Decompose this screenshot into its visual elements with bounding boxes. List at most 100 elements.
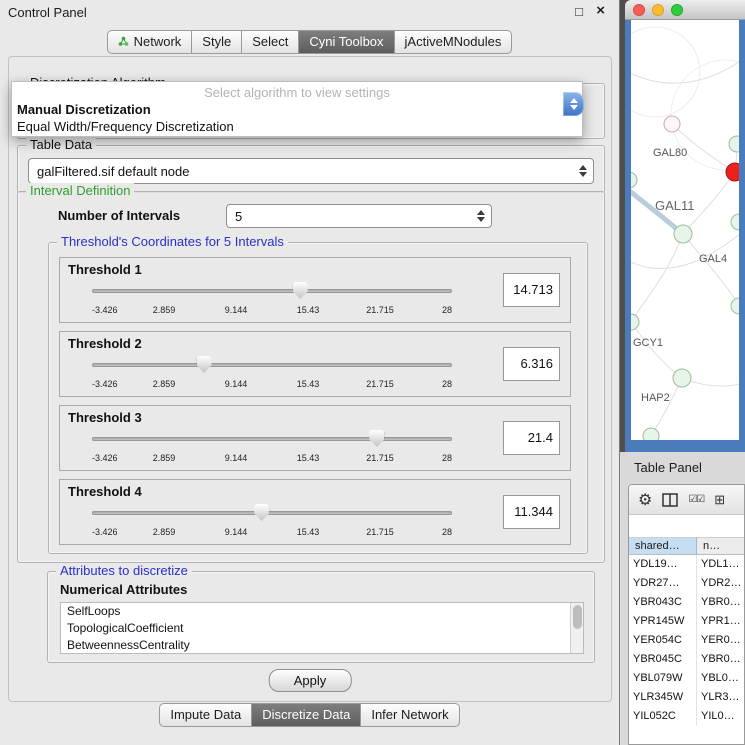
window-title: Control Panel bbox=[8, 5, 87, 20]
table-row[interactable]: YER054CYER0… bbox=[629, 631, 744, 650]
float-window-icon[interactable]: □ bbox=[575, 4, 583, 19]
cell[interactable]: YDR2… bbox=[697, 574, 744, 593]
network-node[interactable] bbox=[674, 225, 692, 243]
cell[interactable]: YBR043C bbox=[629, 593, 697, 612]
tab-infer-network[interactable]: Infer Network bbox=[361, 703, 459, 727]
close-traffic-light[interactable] bbox=[633, 4, 645, 16]
gear-icon[interactable]: ⚙ bbox=[638, 490, 652, 510]
network-window-titlebar[interactable] bbox=[625, 0, 745, 20]
slider-track[interactable] bbox=[92, 437, 452, 441]
tab-impute-data[interactable]: Impute Data bbox=[159, 703, 252, 727]
network-node[interactable] bbox=[631, 314, 639, 330]
network-node[interactable] bbox=[643, 428, 659, 440]
network-node[interactable] bbox=[729, 136, 739, 152]
interval-definition-group: Interval Definition Number of Intervals … bbox=[17, 191, 605, 563]
network-node[interactable] bbox=[673, 369, 691, 387]
column-header-name[interactable]: n… bbox=[697, 537, 744, 555]
numerical-attributes-list: SelfLoops TopologicalCoefficient Between… bbox=[60, 602, 584, 654]
slider-scale: -3.426 2.859 9.144 15.43 21.715 28 bbox=[92, 305, 452, 317]
dropdown-option-equal-width[interactable]: Equal Width/Frequency Discretization bbox=[17, 119, 234, 134]
tab-jactivemnodules[interactable]: jActiveMNodules bbox=[395, 30, 513, 54]
minimize-traffic-light[interactable] bbox=[652, 4, 664, 16]
cell[interactable]: YIL052C bbox=[629, 707, 697, 726]
slider-track[interactable] bbox=[92, 363, 452, 367]
tick-label: 15.43 bbox=[297, 453, 320, 463]
slider-track[interactable] bbox=[92, 289, 452, 293]
cell[interactable]: YBR0… bbox=[697, 650, 744, 669]
combobox-stepper-icon[interactable] bbox=[563, 92, 584, 116]
zoom-traffic-light[interactable] bbox=[671, 4, 683, 16]
cell[interactable]: YDL19… bbox=[629, 555, 697, 574]
scrollbar-thumb[interactable] bbox=[573, 605, 582, 629]
cell[interactable]: YER054C bbox=[629, 631, 697, 650]
column-header-shared-name[interactable]: shared… bbox=[629, 537, 697, 555]
list-scrollbar[interactable] bbox=[570, 603, 583, 653]
table-row[interactable]: YDL19…YDL1… bbox=[629, 555, 744, 574]
cell[interactable]: YBR045C bbox=[629, 650, 697, 669]
cell[interactable]: YBL0… bbox=[697, 669, 744, 688]
apply-button[interactable]: Apply bbox=[269, 669, 352, 692]
threshold-2-value-field[interactable]: 6.316 bbox=[503, 347, 560, 381]
table-data-combobox[interactable]: galFiltered.sif default node bbox=[28, 158, 594, 184]
cell[interactable]: YBL079W bbox=[629, 669, 697, 688]
table-row[interactable]: YIL052CYIL0… bbox=[629, 707, 744, 726]
table-panel-toolbar: ⚙ ☑☑ ⊞ bbox=[629, 485, 744, 515]
cell[interactable]: YBR0… bbox=[697, 593, 744, 612]
table-row[interactable]: YBL079WYBL0… bbox=[629, 669, 744, 688]
table-row[interactable]: YDR27…YDR2… bbox=[629, 574, 744, 593]
tick-label: 15.43 bbox=[297, 379, 320, 389]
threshold-1-box: Threshold 1 -3.426 2.859 9.144 15.43 21.… bbox=[59, 257, 571, 323]
select-columns-icon[interactable]: ☑☑ bbox=[688, 494, 704, 505]
cyni-toolbox-panel: Discretization Algorithm Select algorith… bbox=[8, 56, 612, 702]
network-node[interactable] bbox=[731, 214, 739, 230]
network-canvas[interactable]: GAL80 GAL11 GAL4 GCY1 HAP2 bbox=[631, 20, 739, 440]
cell[interactable]: YDL1… bbox=[697, 555, 744, 574]
threshold-3-handle[interactable] bbox=[369, 430, 384, 447]
control-panel-window: Control Panel □ × Network Style Select C… bbox=[0, 0, 620, 745]
network-node[interactable] bbox=[731, 298, 739, 314]
tick-label: 28 bbox=[442, 305, 452, 315]
table-row[interactable]: YBR043CYBR0… bbox=[629, 593, 744, 612]
threshold-4-slider[interactable] bbox=[92, 504, 452, 522]
network-node[interactable] bbox=[664, 116, 680, 132]
threshold-2-slider[interactable] bbox=[92, 356, 452, 374]
close-icon[interactable]: × bbox=[596, 2, 605, 19]
table-row[interactable]: YBR045CYBR0… bbox=[629, 650, 744, 669]
cell[interactable]: YDR27… bbox=[629, 574, 697, 593]
threshold-3-value-field[interactable]: 21.4 bbox=[503, 421, 560, 455]
cell[interactable]: YLR3… bbox=[697, 688, 744, 707]
tab-select[interactable]: Select bbox=[242, 30, 299, 54]
tick-label: 15.43 bbox=[297, 305, 320, 315]
threshold-1-handle[interactable] bbox=[293, 282, 308, 299]
node-label: GAL80 bbox=[653, 147, 687, 159]
network-icon bbox=[118, 36, 129, 47]
threshold-4-value-field[interactable]: 11.344 bbox=[503, 495, 560, 529]
network-node[interactable] bbox=[631, 172, 637, 188]
cell[interactable]: YPR145W bbox=[629, 612, 697, 631]
tab-network[interactable]: Network bbox=[107, 30, 193, 54]
network-node-selected[interactable] bbox=[726, 163, 739, 181]
grid-icon[interactable]: ⊞ bbox=[714, 492, 725, 508]
algorithm-placeholder: Select algorithm to view settings bbox=[12, 85, 582, 100]
slider-track[interactable] bbox=[92, 511, 452, 515]
list-item[interactable]: BetweennessCentrality bbox=[61, 637, 583, 654]
cell[interactable]: YER0… bbox=[697, 631, 744, 650]
table-row[interactable]: YPR145WYPR1… bbox=[629, 612, 744, 631]
tab-style[interactable]: Style bbox=[192, 30, 242, 54]
threshold-1-value-field[interactable]: 14.713 bbox=[503, 273, 560, 307]
threshold-3-slider[interactable] bbox=[92, 430, 452, 448]
list-item[interactable]: TopologicalCoefficient bbox=[61, 620, 583, 637]
tab-discretize-data[interactable]: Discretize Data bbox=[252, 703, 361, 727]
dropdown-option-manual-discretization[interactable]: Manual Discretization bbox=[17, 102, 151, 117]
number-of-intervals-combobox[interactable]: 5 bbox=[226, 204, 492, 228]
tab-cyni-toolbox[interactable]: Cyni Toolbox bbox=[299, 30, 394, 54]
threshold-4-handle[interactable] bbox=[254, 504, 269, 521]
threshold-1-slider[interactable] bbox=[92, 282, 452, 300]
cell[interactable]: YLR345W bbox=[629, 688, 697, 707]
cell[interactable]: YPR1… bbox=[697, 612, 744, 631]
list-item[interactable]: SelfLoops bbox=[61, 603, 583, 620]
table-row[interactable]: YLR345WYLR3… bbox=[629, 688, 744, 707]
columns-icon[interactable] bbox=[662, 493, 678, 507]
cell[interactable]: YIL0… bbox=[697, 707, 744, 726]
threshold-2-handle[interactable] bbox=[197, 356, 212, 373]
